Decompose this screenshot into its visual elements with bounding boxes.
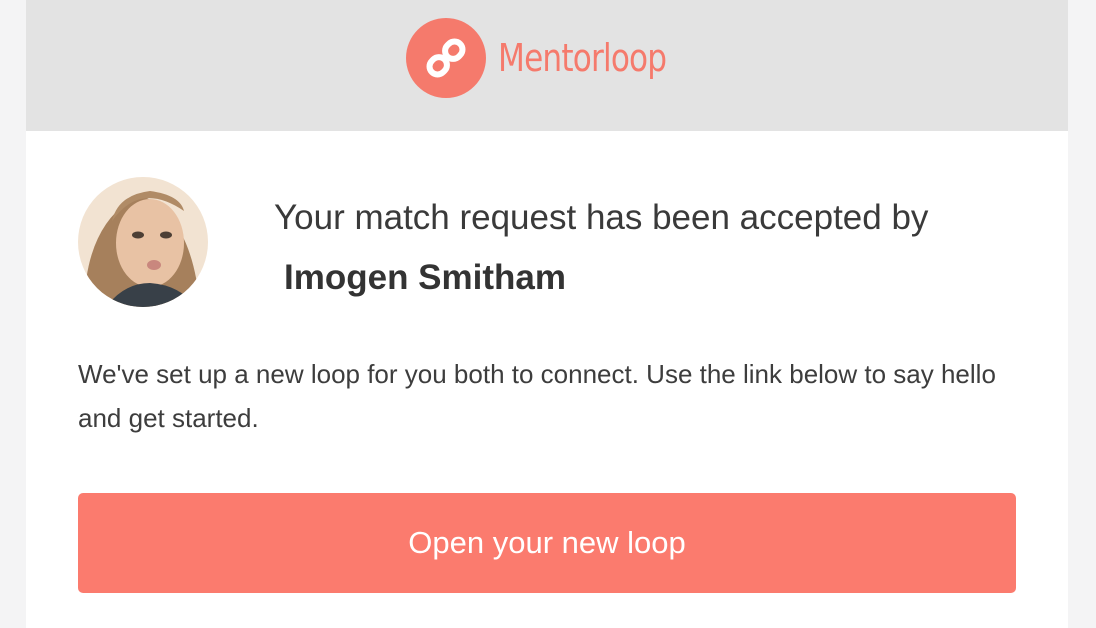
open-loop-button[interactable]: Open your new loop — [78, 493, 1016, 593]
body-text: We've set up a new loop for you both to … — [78, 359, 996, 433]
avatar — [78, 177, 208, 307]
brand-logo: Mentorloop — [406, 18, 703, 98]
email-container: Mentorloop Your match request has been a… — [26, 0, 1068, 628]
infinity-loop-icon — [406, 18, 486, 98]
brand-name: Mentorloop — [498, 36, 667, 80]
mentor-name: Imogen Smitham — [284, 258, 566, 297]
email-header: Mentorloop — [26, 0, 1068, 131]
mentorloop-logo-icon — [406, 18, 486, 98]
user-avatar-photo — [78, 177, 208, 307]
match-accepted-headline: Your match request has been accepted by — [274, 198, 929, 237]
